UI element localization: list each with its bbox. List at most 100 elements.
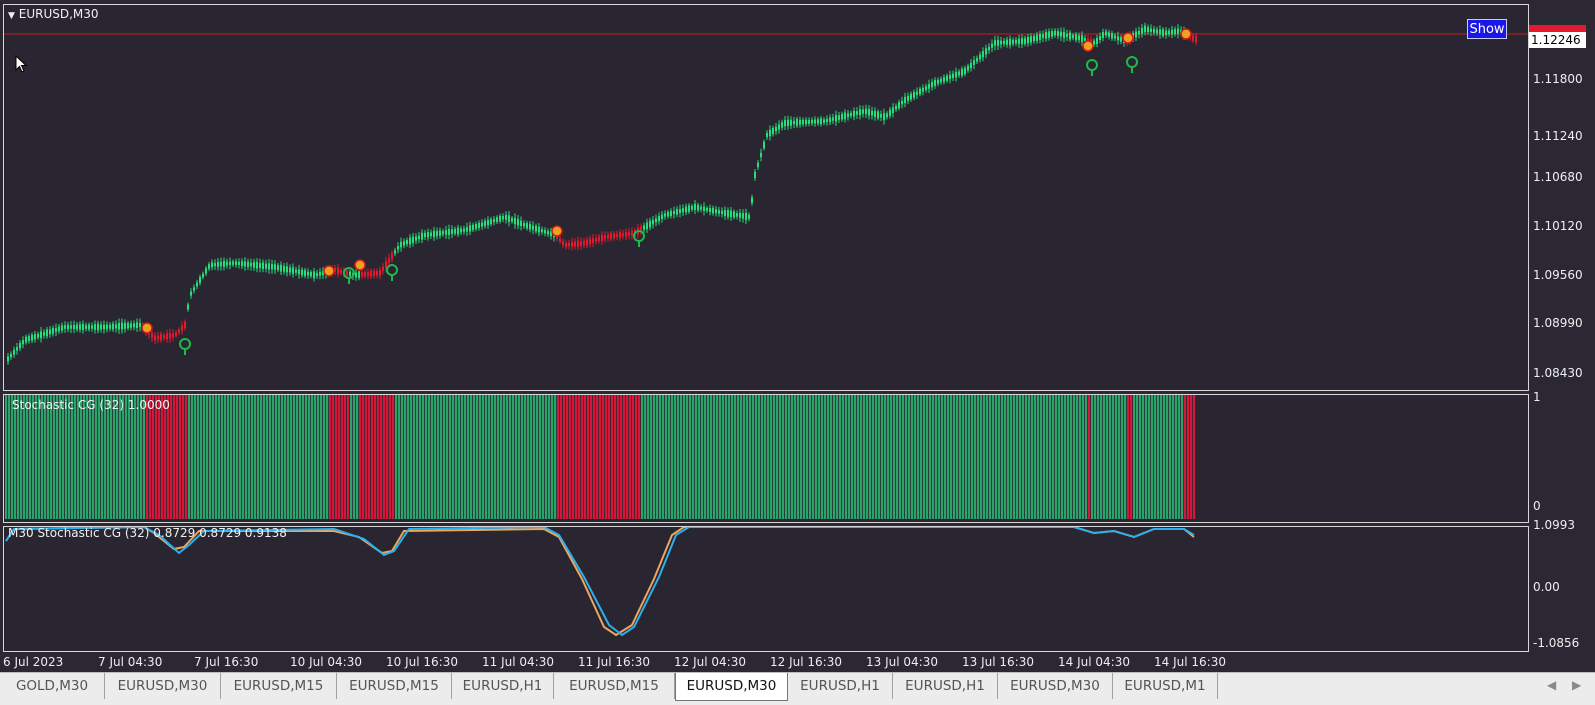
symbol-header[interactable]: ▼ EURUSD,M30 xyxy=(8,7,99,21)
candle-body xyxy=(28,336,30,342)
tab-chart[interactable]: EURUSD,M15 xyxy=(554,673,675,699)
histogram-bar xyxy=(410,395,413,519)
histogram-bar xyxy=(212,395,215,519)
sell-signal-icon xyxy=(323,265,335,277)
candle-body xyxy=(424,232,426,238)
histogram-bar xyxy=(1181,395,1184,519)
histogram-bar xyxy=(809,395,812,519)
histogram-bar xyxy=(605,395,608,519)
candle-body xyxy=(151,332,153,338)
price-chart-pane[interactable]: ▼ EURUSD,M30 xyxy=(3,4,1529,391)
tab-chart[interactable]: EURUSD,M30 xyxy=(105,673,221,699)
histogram-bar xyxy=(5,395,8,519)
histogram-bar xyxy=(1178,395,1181,519)
show-button[interactable]: Show xyxy=(1467,19,1507,39)
candle-body xyxy=(1156,29,1158,34)
histogram-bar xyxy=(464,395,467,519)
histogram-bar xyxy=(986,395,989,519)
price-tick-label: 1.11240 xyxy=(1533,129,1583,143)
histogram-bar xyxy=(746,395,749,519)
tab-scroll-right-icon[interactable]: ▶ xyxy=(1572,678,1581,692)
stochastic-line-pane[interactable]: M30 Stochastic CG (32) 0.8729 0.8729 0.9… xyxy=(3,526,1529,652)
candle-body xyxy=(682,208,684,213)
histogram-bar xyxy=(92,395,95,519)
histogram-bar xyxy=(1115,395,1118,519)
histogram-bar xyxy=(533,395,536,519)
price-chart[interactable] xyxy=(4,5,1529,391)
histogram-label: Stochastic CG (32) 1.0000 xyxy=(12,398,170,412)
tab-chart[interactable]: EURUSD,M30 xyxy=(998,673,1113,699)
histogram-bar xyxy=(776,395,779,519)
histogram-bar xyxy=(344,395,347,519)
histogram-bar xyxy=(95,395,98,519)
candle-body xyxy=(724,210,726,216)
candle-body xyxy=(472,224,474,230)
candle-body xyxy=(658,215,660,222)
histogram-bar xyxy=(659,395,662,519)
histogram-bar xyxy=(77,395,80,519)
tab-chart[interactable]: GOLD,M30 xyxy=(0,673,105,699)
histogram-bar xyxy=(500,395,503,519)
stochastic-histogram-pane[interactable]: Stochastic CG (32) 1.0000 xyxy=(3,394,1529,523)
time-axis[interactable]: 6 Jul 2023 7 Jul 04:30 7 Jul 16:30 10 Jul 0… xyxy=(0,652,1595,672)
candle-body xyxy=(7,356,9,362)
histogram-bar xyxy=(293,395,296,519)
tab-chart[interactable]: EURUSD,H1 xyxy=(788,673,893,699)
histogram-bar xyxy=(665,395,668,519)
tab-chart[interactable]: EURUSD,M15 xyxy=(337,673,452,699)
candle-body xyxy=(688,205,690,212)
candle-body xyxy=(307,271,309,276)
histogram-bar xyxy=(830,395,833,519)
histogram-bar xyxy=(1193,395,1196,519)
histogram-bar xyxy=(296,395,299,519)
tab-chart[interactable]: EURUSD,M15 xyxy=(221,673,337,699)
candle-body xyxy=(202,273,204,278)
candle-body xyxy=(259,263,261,268)
candle-body xyxy=(433,230,435,238)
histogram-bar xyxy=(302,395,305,519)
histogram-bar xyxy=(992,395,995,519)
tab-chart[interactable]: EURUSD,M1 xyxy=(1113,673,1218,699)
histogram-bar xyxy=(290,395,293,519)
candle-body xyxy=(1030,36,1032,43)
histogram-bar xyxy=(134,395,137,519)
histogram-bar xyxy=(1076,395,1079,519)
candle-body xyxy=(610,233,612,240)
histogram-bar xyxy=(470,395,473,519)
histogram-bar xyxy=(1148,395,1151,519)
histogram-bar xyxy=(188,395,191,519)
candle-body xyxy=(451,229,453,235)
candle-body xyxy=(718,210,720,214)
candle-body xyxy=(934,79,936,87)
histogram-bar xyxy=(620,395,623,519)
price-tick-label: 1.10680 xyxy=(1533,170,1583,184)
histogram-bar xyxy=(860,395,863,519)
histogram-bar xyxy=(1100,395,1103,519)
histogram-bar xyxy=(641,395,644,519)
candle-body xyxy=(592,238,594,244)
candle-body xyxy=(502,215,504,220)
tab-chart[interactable]: EURUSD,H1 xyxy=(893,673,998,699)
histogram-bar xyxy=(908,395,911,519)
candle-body xyxy=(121,322,123,330)
time-axis-label: 6 Jul 2023 xyxy=(3,655,64,669)
histogram-bar xyxy=(935,395,938,519)
candle-body xyxy=(535,225,537,232)
collapse-triangle-icon[interactable]: ▼ xyxy=(8,11,15,21)
candle-body xyxy=(703,206,705,211)
histogram-bar xyxy=(53,395,56,519)
histogram-bar xyxy=(584,395,587,519)
candle-body xyxy=(802,119,804,125)
histogram-bar xyxy=(389,395,392,519)
tab-chart[interactable]: EURUSD,H1 xyxy=(452,673,554,699)
tab-chart[interactable]: EURUSD,M30 xyxy=(675,673,788,701)
candle-body xyxy=(43,332,45,336)
candle-body xyxy=(706,207,708,211)
histogram-bar xyxy=(920,395,923,519)
candle-body xyxy=(847,113,849,118)
tab-scroll-left-icon[interactable]: ◀ xyxy=(1547,678,1556,692)
candle-body xyxy=(76,324,78,330)
candle-body xyxy=(697,204,699,211)
candle-body xyxy=(16,347,18,351)
histogram-bar xyxy=(179,395,182,519)
